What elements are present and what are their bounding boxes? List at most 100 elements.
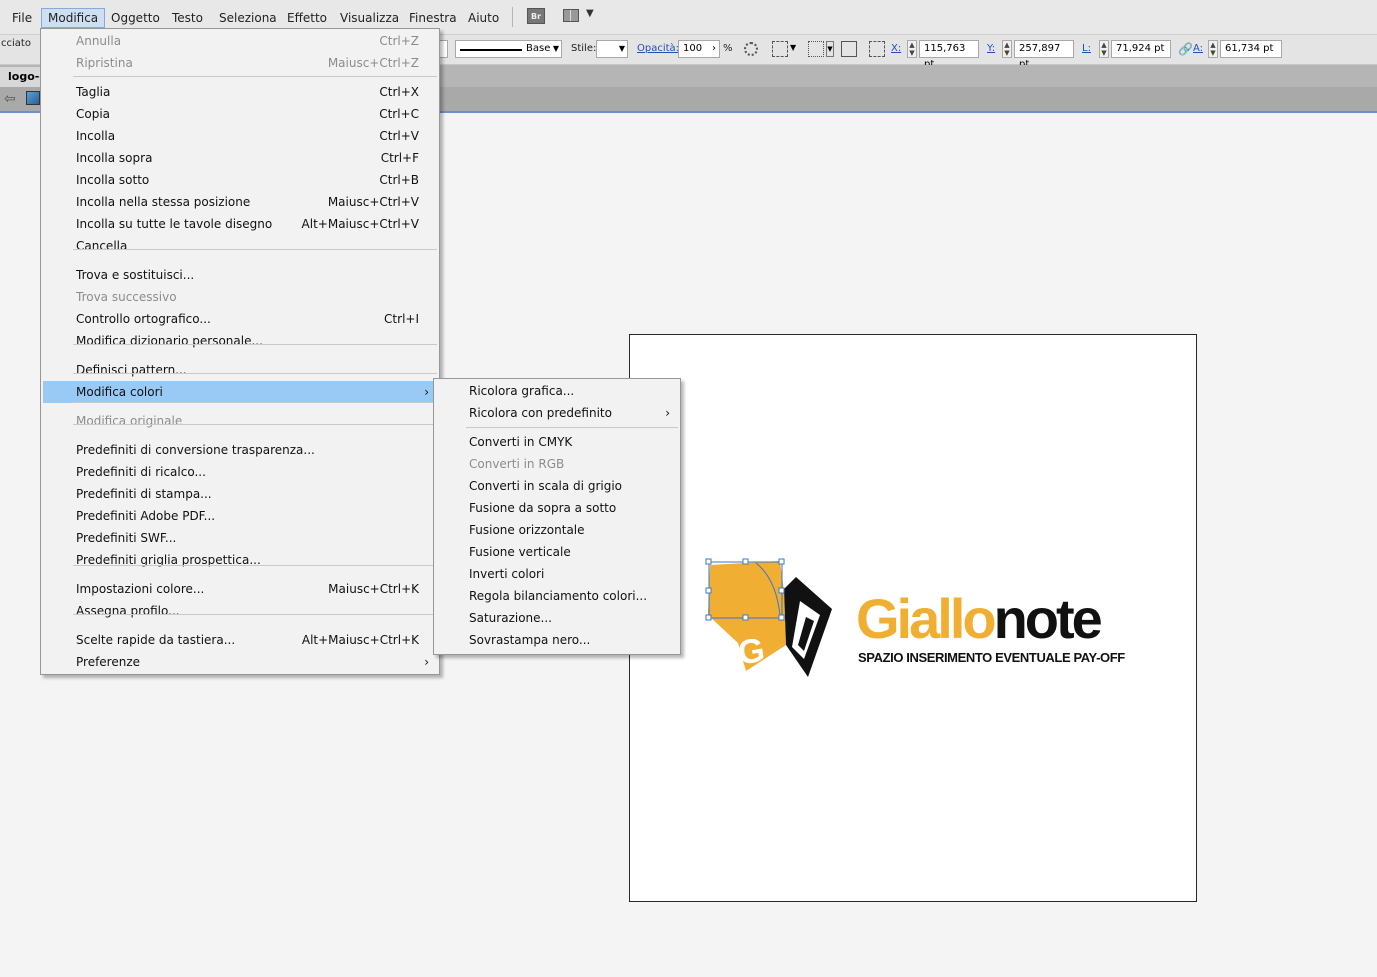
- menu-item-shortcut: Ctrl+B: [379, 173, 419, 187]
- colors-menu-item-ricolora-grafica[interactable]: Ricolora grafica...: [436, 380, 678, 402]
- width-input[interactable]: 71,924 pt: [1111, 40, 1171, 58]
- colors-menu-item-fusione-da-sopra-a-sotto[interactable]: Fusione da sopra a sotto: [436, 497, 678, 519]
- selection-handle[interactable]: [742, 558, 749, 565]
- edit-menu-item-predefiniti-griglia-prospettica[interactable]: Predefiniti griglia prospettica...: [43, 549, 437, 571]
- constrain-proportions-icon[interactable]: 🔗: [1178, 42, 1193, 56]
- width-label[interactable]: L:: [1082, 43, 1091, 54]
- chevron-down-icon: ▼: [586, 8, 594, 19]
- edit-menu-item-modifica-dizionario-personale[interactable]: Modifica dizionario personale...: [43, 330, 437, 352]
- colors-menu-item-converti-in-cmyk[interactable]: Converti in CMYK: [436, 431, 678, 453]
- menu-item-shortcut: Ctrl+I: [384, 312, 419, 326]
- menu-item-label: Incolla nella stessa posizione: [76, 195, 251, 209]
- artboard[interactable]: G Giallonote SPAZIO INSERIMENTO EVENTUAL…: [629, 334, 1197, 902]
- selection-handle[interactable]: [705, 558, 712, 565]
- transform-reference-icon[interactable]: [869, 41, 885, 57]
- y-stepper[interactable]: ▲ ▼: [1002, 40, 1012, 58]
- edit-menu-item-trova-successivo[interactable]: Trova successivo: [43, 286, 437, 308]
- edit-menu-item-predefiniti-swf[interactable]: Predefiniti SWF...: [43, 527, 437, 549]
- menu-testo[interactable]: Testo: [166, 8, 209, 28]
- menu-effetto[interactable]: Effetto: [281, 8, 333, 28]
- menu-seleziona[interactable]: Seleziona: [213, 8, 283, 28]
- edit-menu-item-incolla-sopra[interactable]: Incolla sopra Ctrl+F: [43, 147, 437, 169]
- menu-item-label: Incolla sotto: [76, 173, 150, 187]
- x-label[interactable]: X:: [891, 43, 901, 54]
- edit-menu-item-incolla[interactable]: Incolla Ctrl+V: [43, 125, 437, 147]
- edit-menu-item-copia[interactable]: Copia Ctrl+C: [43, 103, 437, 125]
- logo-mark[interactable]: G: [700, 555, 850, 685]
- edit-menu-item-preferenze[interactable]: Preferenze ›: [43, 651, 437, 673]
- edit-menu-item-ripristina[interactable]: Ripristina Maiusc+Ctrl+Z: [43, 52, 437, 74]
- align-icon[interactable]: [772, 41, 788, 57]
- edit-menu-item-predefiniti-di-stampa[interactable]: Predefiniti di stampa...: [43, 483, 437, 505]
- chevron-down-icon: ▼: [618, 44, 625, 53]
- x-stepper[interactable]: ▲ ▼: [907, 40, 917, 58]
- edit-menu-item-incolla-sotto[interactable]: Incolla sotto Ctrl+B: [43, 169, 437, 191]
- edit-menu-item-incolla-su-tutte-le-tavole-disegno[interactable]: Incolla su tutte le tavole disegno Alt+Ma…: [43, 213, 437, 235]
- y-label[interactable]: Y:: [987, 43, 995, 54]
- selection-handle[interactable]: [705, 614, 712, 621]
- chevron-down-icon[interactable]: ▼: [826, 41, 834, 57]
- colors-menu-item-sovrastampa-nero[interactable]: Sovrastampa nero...: [436, 629, 678, 651]
- menu-item-label: Regola bilanciamento colori...: [469, 589, 648, 603]
- opacity-input[interactable]: 100 ›: [678, 40, 720, 58]
- colors-menu-item-regola-bilanciamento-colori[interactable]: Regola bilanciamento colori...: [436, 585, 678, 607]
- menu-item-shortcut: Alt+Maiusc+Ctrl+V: [301, 217, 419, 231]
- style-select[interactable]: ▼: [596, 40, 628, 58]
- colors-menu-item-converti-in-rgb[interactable]: Converti in RGB: [436, 453, 678, 475]
- edit-menu-item-modifica-colori[interactable]: Modifica colori ›: [43, 381, 437, 403]
- bridge-button[interactable]: Br: [527, 8, 545, 24]
- back-arrow-icon[interactable]: ⇦: [4, 91, 16, 107]
- colors-menu-item-inverti-colori[interactable]: Inverti colori: [436, 563, 678, 585]
- width-stepper[interactable]: ▲ ▼: [1099, 40, 1109, 58]
- colors-menu-item-converti-in-scala-di-grigio[interactable]: Converti in scala di grigio: [436, 475, 678, 497]
- chevron-down-icon: ▼: [552, 44, 559, 53]
- workspace-switcher[interactable]: ▼: [563, 8, 597, 24]
- colors-menu-item-saturazione[interactable]: Saturazione...: [436, 607, 678, 629]
- edit-menu-item-impostazioni-colore[interactable]: Impostazioni colore... Maiusc+Ctrl+K: [43, 578, 437, 600]
- select-similar-icon[interactable]: [808, 41, 824, 57]
- edit-menu-item-scelte-rapide-da-tastiera[interactable]: Scelte rapide da tastiera... Alt+Maiusc+C…: [43, 629, 437, 651]
- selection-handle[interactable]: [742, 614, 749, 621]
- colors-menu-item-fusione-verticale[interactable]: Fusione verticale: [436, 541, 678, 563]
- edit-menu-item-controllo-ortografico[interactable]: Controllo ortografico... Ctrl+I: [43, 308, 437, 330]
- menu-item-label: Incolla: [76, 129, 116, 143]
- menu-item-label: Taglia: [76, 85, 111, 99]
- edit-menu-item-predefiniti-adobe-pdf[interactable]: Predefiniti Adobe PDF...: [43, 505, 437, 527]
- menu-finestra[interactable]: Finestra: [403, 8, 463, 28]
- edit-menu-item-definisci-pattern[interactable]: Definisci pattern...: [43, 359, 437, 381]
- height-input[interactable]: 61,734 pt: [1220, 40, 1282, 58]
- selection-handle[interactable]: [778, 558, 785, 565]
- menu-item-label: Preferenze: [76, 655, 141, 669]
- edit-menu-item-cancella[interactable]: Cancella: [43, 235, 437, 257]
- edit-menu-item-taglia[interactable]: Taglia Ctrl+X: [43, 81, 437, 103]
- menu-visualizza[interactable]: Visualizza: [334, 8, 405, 28]
- menu-item-label: Fusione verticale: [469, 545, 571, 559]
- menu-oggetto[interactable]: Oggetto: [105, 8, 166, 28]
- edit-menu-item-incolla-nella-stessa-posizione[interactable]: Incolla nella stessa posizione Maiusc+Ctr…: [43, 191, 437, 213]
- menu-modifica[interactable]: Modifica: [41, 8, 106, 28]
- height-stepper[interactable]: ▲ ▼: [1208, 40, 1218, 58]
- selection-handle[interactable]: [778, 614, 785, 621]
- edit-menu-item-trova-e-sostituisci[interactable]: Trova e sostituisci...: [43, 264, 437, 286]
- menu-separator: [73, 614, 437, 615]
- colors-menu-item-ricolora-con-predefinito[interactable]: Ricolora con predefinito ›: [436, 402, 678, 424]
- edit-menu-item-modifica-originale[interactable]: Modifica originale: [43, 410, 437, 432]
- logo-word-note: note: [993, 587, 1103, 650]
- opacity-link[interactable]: Opacità:: [637, 43, 679, 54]
- recolor-artwork-icon[interactable]: [744, 42, 758, 56]
- colors-menu-item-fusione-orizzontale[interactable]: Fusione orizzontale: [436, 519, 678, 541]
- selection-handle[interactable]: [778, 587, 785, 594]
- height-label[interactable]: A:: [1193, 43, 1203, 54]
- menu-aiuto[interactable]: Aiuto: [462, 8, 505, 28]
- edit-menu-item-predefiniti-di-conversione-trasparenza[interactable]: Predefiniti di conversione trasparenza..…: [43, 439, 437, 461]
- edit-menu-item-predefiniti-di-ricalco[interactable]: Predefiniti di ricalco...: [43, 461, 437, 483]
- isolate-icon[interactable]: [841, 41, 857, 57]
- selection-handle[interactable]: [705, 587, 712, 594]
- edit-menu-item-assegna-profilo[interactable]: Assegna profilo...: [43, 600, 437, 622]
- stroke-profile-select[interactable]: Base ▼: [455, 40, 562, 58]
- x-input[interactable]: 115,763 pt: [919, 40, 979, 70]
- menu-item-label: Modifica dizionario personale...: [76, 334, 263, 348]
- menu-file[interactable]: File: [6, 8, 38, 28]
- edit-menu-item-annulla[interactable]: Annulla Ctrl+Z: [43, 30, 437, 52]
- y-input[interactable]: 257,897 pt: [1014, 40, 1074, 70]
